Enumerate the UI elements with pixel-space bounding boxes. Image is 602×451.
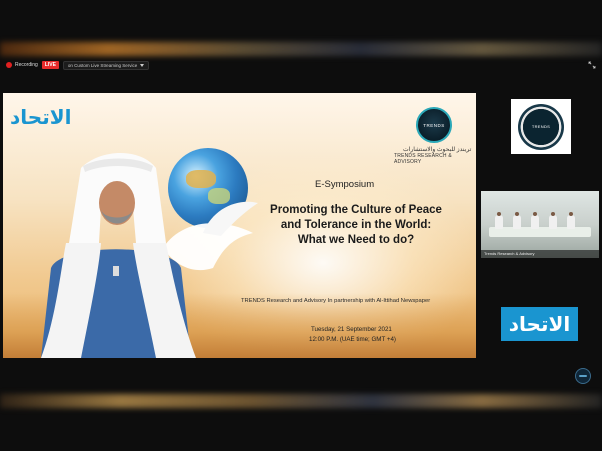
room-participant (567, 212, 575, 229)
expand-arrows-icon[interactable] (588, 61, 596, 69)
recording-label: Recording (15, 62, 38, 68)
event-headline: Promoting the Culture of Peace and Toler… (251, 203, 461, 248)
trends-logo-text: TRENDS (423, 123, 445, 128)
stream-service-dropdown[interactable]: on Custom Live Streaming Service (62, 60, 150, 70)
room-participant (495, 212, 503, 229)
room-participant (513, 212, 521, 229)
chevron-down-icon (140, 63, 145, 67)
trends-logo: TRENDS (518, 103, 564, 150)
event-type: E-Symposium (315, 179, 375, 190)
trends-logo: TRENDS (416, 107, 452, 143)
trends-logo-text: TRENDS (531, 123, 551, 129)
blurred-background-strip-bottom (0, 394, 602, 408)
participant-avatar-icon[interactable] (575, 368, 591, 384)
meeting-app-window: Recording LIVE on Custom Live Streaming … (0, 0, 602, 451)
partnership-text: TRENDS Research and Advisory In partners… (241, 298, 431, 304)
conference-table (489, 227, 591, 237)
recording-dot-icon (6, 62, 12, 68)
headline-line-3: What we Need to do? (297, 234, 415, 246)
room-participant (549, 212, 557, 229)
trends-english-name: TRENDS RESEARCH & ADVISORY (394, 153, 452, 165)
live-badge: LIVE (41, 61, 59, 69)
event-date: Tuesday, 21 September 2021 (311, 326, 392, 333)
room-participant (531, 212, 539, 229)
headline-line-2: and Tolerance in the World: (280, 219, 432, 231)
participant-caption: Trends Research & Advisory (481, 250, 599, 258)
blurred-background-strip-top (0, 42, 602, 56)
etihad-logo: الاتحاد (10, 105, 72, 129)
participant-tile-trends-logo[interactable]: TRENDS (511, 99, 571, 154)
headline-line-1: Promoting the Culture of Peace (270, 204, 442, 216)
participant-tile-conference-room[interactable]: Trends Research & Advisory (481, 191, 599, 258)
etihad-logo: الاتحاد (501, 307, 578, 341)
stream-service-label: on Custom Live Streaming Service (67, 62, 138, 68)
presenter-figure (41, 153, 196, 358)
event-time: 12:00 P.M. (UAE time; GMT +4) (309, 336, 396, 343)
recording-toolbar: Recording LIVE on Custom Live Streaming … (0, 58, 602, 72)
trends-arabic-name: تريندز للبحوث والاستشارات (403, 147, 472, 153)
participant-tile-etihad-logo[interactable]: الاتحاد (501, 307, 578, 341)
main-video-tile[interactable]: الاتحاد TRENDS تريندز للبحوث والاستشارات… (3, 93, 476, 358)
